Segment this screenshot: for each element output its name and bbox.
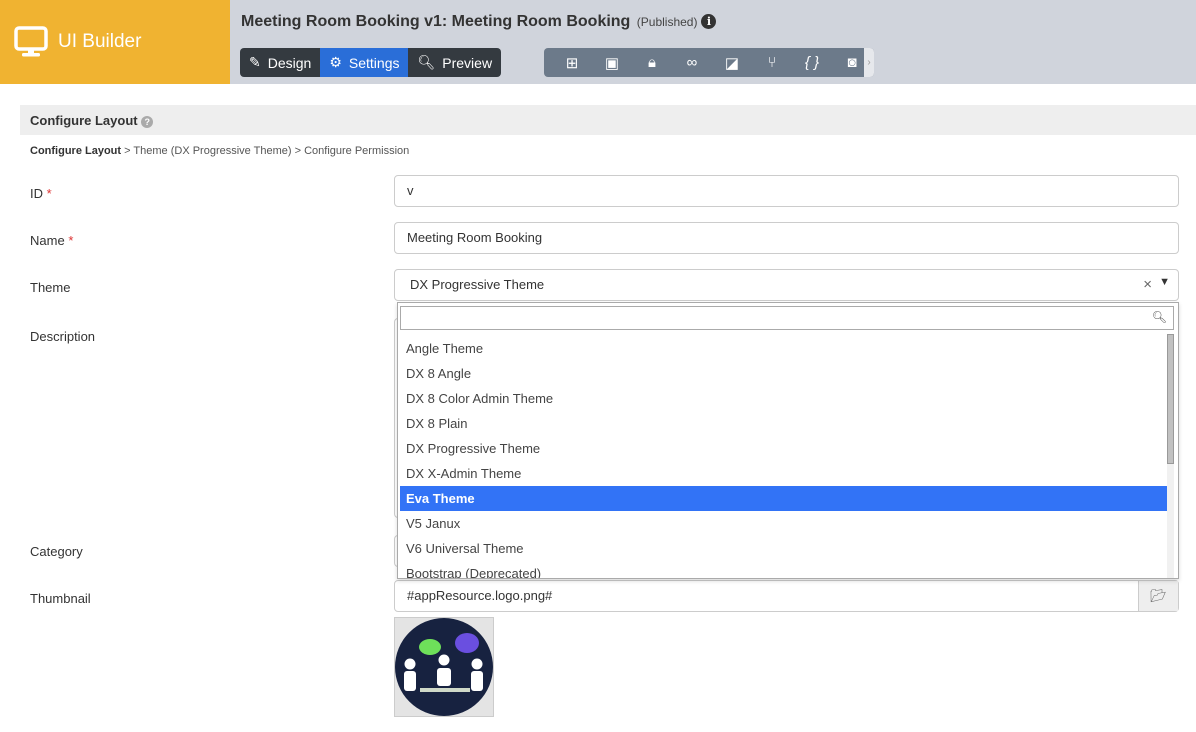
id-input[interactable]: v bbox=[394, 175, 1179, 207]
top-bar: Meeting Room Booking v1: Meeting Room Bo… bbox=[230, 0, 1196, 84]
thumbnail-input[interactable]: #appResource.logo.png# 📂︎ bbox=[394, 580, 1179, 612]
theme-option[interactable]: DX 8 Color Admin Theme bbox=[400, 386, 1168, 411]
gear-icon: ⚙ bbox=[329, 54, 342, 70]
lock-icon[interactable]: 🔒︎ bbox=[632, 54, 672, 71]
theme-options-list[interactable]: Angle Theme DX 8 Angle DX 8 Color Admin … bbox=[400, 336, 1168, 578]
status-label: (Published) bbox=[636, 15, 698, 29]
clear-icon[interactable]: × bbox=[1143, 276, 1152, 293]
name-label: Name * bbox=[30, 233, 74, 248]
theme-option[interactable]: DX Progressive Theme bbox=[400, 436, 1168, 461]
monitor-icon bbox=[14, 26, 48, 57]
breadcrumb-current[interactable]: Configure Layout bbox=[30, 145, 121, 157]
branch-icon[interactable]: ⑂ bbox=[752, 54, 792, 71]
theme-option[interactable]: Angle Theme bbox=[400, 336, 1168, 361]
binoculars-icon[interactable]: ∞ bbox=[672, 54, 712, 71]
theme-option[interactable]: V5 Janux bbox=[400, 511, 1168, 536]
folder-icon[interactable]: 📂︎ bbox=[1138, 581, 1178, 611]
breadcrumb-theme[interactable]: Theme (DX Progressive Theme) bbox=[133, 145, 291, 157]
theme-option[interactable]: Bootstrap (Deprecated) bbox=[400, 561, 1168, 578]
scrollbar-thumb[interactable] bbox=[1167, 334, 1174, 464]
tab-label: Preview bbox=[442, 54, 493, 71]
scrollbar[interactable] bbox=[1167, 334, 1174, 578]
tab-label: Design bbox=[267, 54, 312, 71]
theme-label: Theme bbox=[30, 280, 71, 295]
breadcrumb-sep: > bbox=[124, 145, 131, 157]
theme-option[interactable]: DX 8 Plain bbox=[400, 411, 1168, 436]
page-title: Meeting Room Booking v1: Meeting Room Bo… bbox=[241, 13, 717, 31]
name-input[interactable]: Meeting Room Booking bbox=[394, 222, 1179, 254]
tab-preview[interactable]: 🔍︎ Preview bbox=[408, 48, 501, 77]
preview-icon: 🔍︎ bbox=[417, 54, 436, 70]
id-label: ID * bbox=[30, 186, 52, 201]
theme-option-highlighted[interactable]: Eva Theme bbox=[400, 486, 1168, 511]
theme-dropdown: 🔍︎ Angle Theme DX 8 Angle DX 8 Color Adm… bbox=[397, 302, 1179, 579]
app-title: Meeting Room Booking v1: Meeting Room Bo… bbox=[241, 13, 631, 30]
theme-select[interactable]: DX Progressive Theme × ▼ bbox=[394, 269, 1179, 301]
category-label: Category bbox=[30, 544, 83, 559]
theme-option[interactable]: DX X-Admin Theme bbox=[400, 461, 1168, 486]
breadcrumb: Configure Layout > Theme (DX Progressive… bbox=[30, 145, 410, 157]
section-title: Configure Layout bbox=[30, 113, 138, 128]
translate-icon[interactable]: ◪ bbox=[712, 54, 752, 72]
search-icon: 🔍︎ bbox=[1151, 310, 1167, 324]
theme-search-input[interactable]: 🔍︎ bbox=[400, 306, 1174, 330]
mode-tabs: ✎ Design ⚙ Settings 🔍︎ Preview bbox=[240, 48, 502, 77]
info-icon[interactable]: i bbox=[701, 14, 717, 29]
section-header: Configure Layout ? bbox=[20, 105, 1196, 135]
json-icon[interactable]: { } bbox=[792, 54, 832, 71]
thumbnail-value: #appResource.logo.png# bbox=[407, 588, 553, 603]
app-brand[interactable]: UI Builder bbox=[0, 0, 230, 84]
tab-label: Settings bbox=[348, 54, 400, 71]
tab-design[interactable]: ✎ Design bbox=[240, 48, 320, 77]
chevron-down-icon[interactable]: ▼ bbox=[1159, 276, 1170, 288]
theme-option[interactable]: V6 Universal Theme bbox=[400, 536, 1168, 561]
theme-selected: DX Progressive Theme bbox=[410, 277, 545, 292]
description-label: Description bbox=[30, 329, 96, 344]
app-name: UI Builder bbox=[58, 31, 142, 52]
help-icon[interactable]: ? bbox=[141, 116, 154, 128]
thumbnail-label: Thumbnail bbox=[30, 591, 91, 606]
sitemap-icon[interactable]: ⊞ bbox=[552, 54, 592, 72]
breadcrumb-permission[interactable]: Configure Permission bbox=[304, 145, 409, 157]
import-icon[interactable]: ▣ bbox=[592, 54, 632, 72]
theme-option[interactable]: DX 8 Angle bbox=[400, 361, 1168, 386]
design-icon: ✎ bbox=[249, 54, 261, 70]
thumbnail-image bbox=[394, 617, 494, 717]
tab-settings[interactable]: ⚙ Settings bbox=[320, 48, 409, 77]
chevron-right-icon[interactable]: › bbox=[864, 48, 874, 77]
toolbar: ⊞ ▣ 🔒︎ ∞ ◪ ⑂ { } ◙ › bbox=[544, 48, 874, 77]
